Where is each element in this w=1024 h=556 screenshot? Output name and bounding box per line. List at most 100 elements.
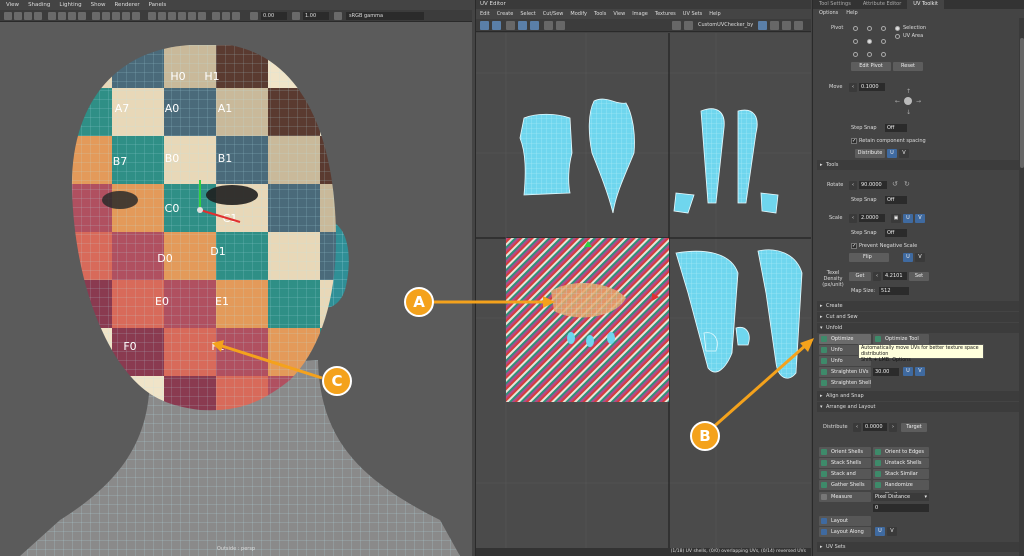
uv-snapshot-icon[interactable] xyxy=(556,21,565,30)
distribute-v-button[interactable]: V xyxy=(899,149,909,158)
retain-spacing-checkbox[interactable]: ✓ xyxy=(851,138,857,144)
layout-along-button[interactable]: Layout Along xyxy=(819,527,871,537)
uv-menu-select[interactable]: Select xyxy=(520,11,535,17)
pivot-radio[interactable] xyxy=(881,52,886,57)
uv-menu-view[interactable]: View xyxy=(613,11,625,17)
tools-section-header[interactable]: ▸ Tools xyxy=(817,160,1019,170)
uv-shell-icon[interactable] xyxy=(492,21,501,30)
optimize-button[interactable]: Optimize xyxy=(819,334,871,344)
pivot-radio[interactable] xyxy=(881,39,886,44)
rotate-cw-icon[interactable]: ↻ xyxy=(904,180,910,188)
pivot-radio[interactable] xyxy=(867,52,872,57)
layout-along-u-button[interactable]: U xyxy=(875,527,885,536)
straighten-shell-button[interactable]: Straighten Shell xyxy=(819,378,871,388)
stack-shells-button[interactable]: Stack Shells xyxy=(819,458,871,468)
pivot-selection-radio[interactable] xyxy=(895,26,900,31)
uv-refresh-icon[interactable] xyxy=(794,21,803,30)
scale-u-button[interactable]: U xyxy=(903,214,913,223)
measure-type-dropdown[interactable]: Pixel Distance ▾ xyxy=(873,493,929,501)
smooth-shade-icon[interactable] xyxy=(102,12,110,20)
layout-button[interactable]: Layout xyxy=(819,516,871,526)
reset-pivot-button[interactable]: Reset xyxy=(893,62,923,71)
menu-panels[interactable]: Panels xyxy=(149,2,167,8)
panel-menu-options[interactable]: Options xyxy=(819,9,838,18)
ambient-occlusion-icon[interactable] xyxy=(178,12,186,20)
uv-color-icon[interactable] xyxy=(782,21,791,30)
uv-texture-dropdown-icon[interactable] xyxy=(684,21,693,30)
distribute-button[interactable]: Distribute xyxy=(855,149,885,158)
menu-lighting[interactable]: Lighting xyxy=(59,2,81,8)
uv-menu-create[interactable]: Create xyxy=(497,11,514,17)
rotate-decrease-button[interactable]: ‹ xyxy=(849,181,857,190)
gamma-icon[interactable] xyxy=(292,12,300,20)
menu-renderer[interactable]: Renderer xyxy=(114,2,139,8)
move-decrease-button[interactable]: ‹ xyxy=(849,83,857,92)
lights-icon[interactable] xyxy=(158,12,166,20)
tab-tool-settings[interactable]: Tool Settings xyxy=(813,0,857,9)
scale-uniform-button[interactable]: ▣ xyxy=(891,214,901,223)
uv-select-icon[interactable] xyxy=(480,21,489,30)
uv-exposure-icon[interactable] xyxy=(758,21,767,30)
unstack-shells-button[interactable]: Unstack Shells xyxy=(873,458,929,468)
menu-shading[interactable]: Shading xyxy=(28,2,50,8)
uv-menu-edit[interactable]: Edit xyxy=(480,11,490,17)
panel-menu-help[interactable]: Help xyxy=(846,9,857,18)
uv-canvas[interactable] xyxy=(476,33,811,548)
rotate-ccw-icon[interactable]: ↺ xyxy=(892,180,898,188)
uv-menu-cut-sew[interactable]: Cut/Sew xyxy=(543,11,564,17)
uv-menu-modify[interactable]: Modify xyxy=(570,11,587,17)
optimize-tool-button[interactable]: Optimize Tool xyxy=(873,334,929,344)
uv-menu-help[interactable]: Help xyxy=(709,11,720,17)
arrange-distribute-decrease-button[interactable]: ‹ xyxy=(853,423,861,432)
motion-blur-icon[interactable] xyxy=(188,12,196,20)
anti-aliasing-icon[interactable] xyxy=(198,12,206,20)
layout-along-v-button[interactable]: V xyxy=(887,527,897,536)
default-material-icon[interactable] xyxy=(112,12,120,20)
flip-v-button[interactable]: V xyxy=(915,253,925,262)
pivot-radio[interactable] xyxy=(853,26,858,31)
pivot-radio[interactable] xyxy=(853,39,858,44)
image-plane-icon[interactable] xyxy=(34,12,42,20)
scale-v-button[interactable]: V xyxy=(915,214,925,223)
bookmark-icon[interactable] xyxy=(24,12,32,20)
straighten-u-button[interactable]: U xyxy=(903,367,913,376)
straighten-uvs-button[interactable]: Straighten UVs xyxy=(819,367,871,377)
cut-and-sew-section-header[interactable]: ▸ Cut and Sew xyxy=(817,312,1019,322)
measure-value-field[interactable]: 0 xyxy=(873,504,929,512)
uv-menu-textures[interactable]: Textures xyxy=(655,11,676,17)
create-section-header[interactable]: ▸ Create xyxy=(817,301,1019,311)
gate-mask-icon[interactable] xyxy=(78,12,86,20)
view-transform-icon[interactable] xyxy=(334,12,342,20)
flip-button[interactable]: Flip xyxy=(849,253,889,262)
select-camera-icon[interactable] xyxy=(4,12,12,20)
distribute-target-button[interactable]: Target xyxy=(901,423,927,432)
straighten-v-button[interactable]: V xyxy=(915,367,925,376)
gather-shells-button[interactable]: Gather Shells xyxy=(819,480,871,490)
camera-attributes-icon[interactable] xyxy=(14,12,22,20)
scrollbar-thumb[interactable] xyxy=(1020,38,1024,168)
texel-set-button[interactable]: Set xyxy=(909,272,929,281)
pivot-uv-area-radio[interactable] xyxy=(895,34,900,39)
textured-icon[interactable] xyxy=(148,12,156,20)
texel-decrease-button[interactable]: ‹ xyxy=(873,272,881,281)
pivot-radio[interactable] xyxy=(881,26,886,31)
uv-isolate-icon[interactable] xyxy=(518,21,527,30)
grid-icon[interactable] xyxy=(48,12,56,20)
uv-texture-name[interactable]: CustomUVChecker_by xyxy=(698,22,753,28)
pivot-radio[interactable] xyxy=(867,26,872,31)
uv-grid-icon[interactable] xyxy=(506,21,515,30)
uv-sets-section-header[interactable]: ▸ UV Sets xyxy=(817,542,1019,552)
unfold-section-header[interactable]: ▾ Unfold xyxy=(817,323,1019,333)
color-space-dropdown[interactable]: sRGB gamma xyxy=(346,12,424,20)
uv-distortion-icon[interactable] xyxy=(530,21,539,30)
move-step-snap-field[interactable]: Off xyxy=(885,124,907,132)
scale-decrease-button[interactable]: ‹ xyxy=(849,214,857,223)
tab-uv-toolkit[interactable]: UV Toolkit xyxy=(907,0,944,9)
menu-view[interactable]: View xyxy=(6,2,19,8)
tab-attribute-editor[interactable]: Attribute Editor xyxy=(857,0,907,9)
prevent-negative-scale-checkbox[interactable]: ✓ xyxy=(851,243,857,249)
move-value-field[interactable]: 0.1000 xyxy=(859,83,885,91)
distribute-u-button[interactable]: U xyxy=(887,149,897,158)
wireframe-icon[interactable] xyxy=(92,12,100,20)
texel-value-field[interactable]: 4.2101 xyxy=(883,272,907,280)
